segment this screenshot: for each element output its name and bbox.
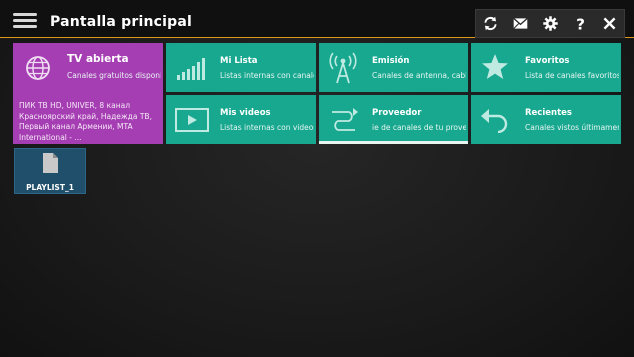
tile-name: Emisión bbox=[372, 56, 410, 66]
bars-icon bbox=[177, 58, 205, 80]
star-icon bbox=[482, 54, 508, 79]
close-button[interactable] bbox=[595, 10, 624, 37]
playlist-label: PLAYLIST_1 bbox=[26, 183, 74, 192]
tile-emision[interactable]: Emisión Canales de antenna, cable bbox=[319, 43, 468, 92]
antenna-icon bbox=[329, 52, 357, 84]
document-icon bbox=[43, 153, 58, 173]
video-icon bbox=[175, 108, 209, 132]
gear-icon bbox=[543, 16, 558, 31]
refresh-icon bbox=[484, 16, 497, 31]
undo-icon bbox=[481, 109, 508, 133]
provider-icon bbox=[332, 108, 358, 131]
tile-subtitle: Canales vistos últimamente bbox=[525, 123, 619, 132]
tile-recientes[interactable]: Recientes Canales vistos últimamente bbox=[471, 95, 621, 144]
tile-tv-abierta[interactable]: TV abierta Canales gratuitos disponib ПИ… bbox=[13, 43, 163, 144]
tile-subtitle: Lista de canales favoritos bbox=[525, 71, 619, 80]
tile-name: TV abierta bbox=[67, 53, 129, 65]
tile-favoritos[interactable]: Favoritos Lista de canales favoritos bbox=[471, 43, 621, 92]
menu-icon[interactable] bbox=[13, 13, 37, 28]
settings-button[interactable] bbox=[536, 10, 565, 37]
tile-mi-lista[interactable]: Mi Lista Listas internas con canales bbox=[166, 43, 316, 92]
mail-button[interactable] bbox=[506, 10, 535, 37]
tile-mis-videos[interactable]: Mis videos Listas internas con videos bbox=[166, 95, 316, 144]
channel-preview: ПИК ТВ HD, UNIVER, 8 канал Красноярский … bbox=[19, 101, 152, 142]
tile-proveedor[interactable]: Proveedor ie de canales de tu provee bbox=[319, 95, 468, 144]
action-bar: ? bbox=[475, 9, 625, 38]
help-icon: ? bbox=[576, 15, 585, 32]
tile-subtitle: ie de canales de tu provee bbox=[372, 123, 466, 132]
refresh-button[interactable] bbox=[476, 10, 505, 37]
selection-indicator bbox=[319, 141, 468, 144]
tile-name: Proveedor bbox=[372, 108, 422, 118]
globe-icon bbox=[26, 56, 50, 80]
tile-subtitle: Listas internas con canales bbox=[220, 71, 314, 80]
playlist-tile[interactable]: PLAYLIST_1 bbox=[14, 148, 86, 194]
tile-name: Favoritos bbox=[525, 56, 570, 66]
svg-text:?: ? bbox=[576, 15, 585, 32]
tile-subtitle: Listas internas con videos bbox=[220, 123, 314, 132]
tile-subtitle: Canales de antenna, cable bbox=[372, 71, 466, 80]
tile-name: Recientes bbox=[525, 108, 572, 118]
mail-icon bbox=[513, 17, 528, 29]
close-icon bbox=[603, 17, 616, 30]
help-button[interactable]: ? bbox=[566, 10, 595, 37]
top-bar: Pantalla principal ? bbox=[0, 0, 634, 38]
tile-name: Mis videos bbox=[220, 108, 271, 118]
tile-subtitle: Canales gratuitos disponib bbox=[67, 71, 161, 80]
page-title: Pantalla principal bbox=[50, 14, 193, 30]
tile-name: Mi Lista bbox=[220, 56, 258, 66]
